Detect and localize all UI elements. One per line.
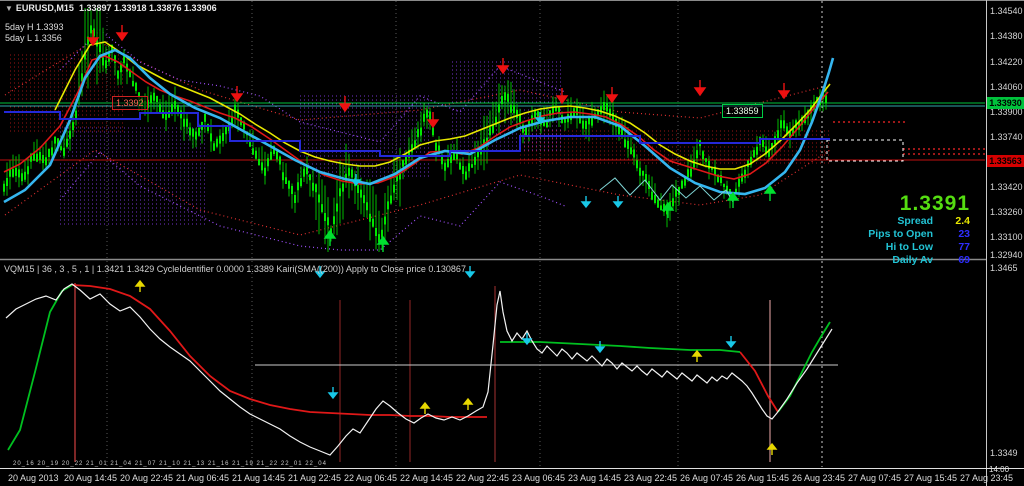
info-value: 2.4 — [955, 215, 970, 227]
down-signal-arrow-icon — [338, 96, 352, 113]
price-tick-label: 1.34220 — [990, 57, 1023, 67]
down-signal-arrow-icon — [496, 58, 510, 75]
symbol-timeframe-label: EURUSD,M15 — [15, 3, 74, 13]
up-signal-arrow-icon — [134, 279, 146, 292]
down-signal-arrow-icon — [327, 387, 339, 400]
bid-price-box: 1.33930 — [987, 97, 1024, 109]
price-tick-label: 1.34540 — [990, 6, 1023, 16]
up-signal-arrow-icon — [766, 442, 778, 455]
down-signal-arrow-icon — [605, 87, 619, 104]
price-tick-label: 1.34380 — [990, 31, 1023, 41]
chevron-down-icon[interactable]: ▼ — [5, 4, 13, 13]
price-tick-label: 1.34060 — [990, 82, 1023, 92]
info-label: Hi to Low — [885, 241, 933, 253]
down-signal-arrow-icon — [777, 83, 791, 100]
up-signal-arrow-icon — [419, 401, 431, 414]
down-signal-arrow-icon — [693, 80, 707, 97]
up-signal-arrow-icon — [691, 349, 703, 362]
ohlc-readout: 1.33897 1.33918 1.33876 1.33906 — [78, 3, 217, 13]
market-info-row: Spread 2.4 — [868, 215, 970, 228]
level-price-box: 1.33563 — [987, 155, 1024, 167]
price-tick-label: 1.33260 — [990, 207, 1023, 217]
market-info-row: Pips to Open 23 — [868, 228, 970, 241]
down-signal-arrow-icon — [555, 88, 569, 105]
sub-scale-top: 1.3465 — [990, 263, 1018, 273]
cycleidentifier-red-line — [71, 284, 487, 418]
down-signal-arrow-icon — [580, 196, 592, 209]
info-value: 77 — [958, 241, 970, 253]
chart-title-row: ▼ EURUSD,M15 1.33897 1.33918 1.33876 1.33… — [5, 3, 217, 14]
down-signal-arrow-icon — [230, 86, 244, 103]
down-signal-arrow-icon — [725, 336, 737, 349]
down-signal-arrow-icon — [464, 266, 476, 279]
candle-wicks — [3, 8, 827, 252]
vq-white-line — [5, 283, 833, 456]
market-info-row: Hi to Low 77 — [868, 241, 970, 254]
down-signal-arrow-icon — [594, 341, 606, 354]
down-signal-arrow-icon — [115, 25, 129, 42]
sub-scale-bottom: 1.3349 — [990, 448, 1018, 458]
dotted-channel-line — [59, 151, 566, 251]
info-label: Spread — [897, 215, 933, 227]
down-signal-arrow-icon — [612, 196, 624, 209]
price-tick-label: 1.32940 — [990, 250, 1023, 260]
price-tick-label: 1.33100 — [990, 232, 1023, 242]
indicator-header: VQM15 | 36 , 3 , 5 , 1 | 1.3421 1.3429 C… — [4, 264, 466, 274]
info-value: 69 — [958, 254, 970, 266]
price-tick-label: 1.33420 — [990, 182, 1023, 192]
five-day-high-label: 5day H 1.3393 — [5, 22, 64, 32]
market-info-panel: 1.3391 Spread 2.4 Pips to Open 23 Hi to Low 7… — [868, 193, 970, 267]
ichimoku-cloud-dots — [60, 127, 205, 225]
breakout-box — [826, 139, 904, 162]
current-price: 1.3391 — [899, 192, 970, 215]
price-tag-label: 1.33859 — [722, 104, 763, 118]
corner-time-label: 14:00 — [989, 465, 1010, 474]
up-signal-arrow-icon — [462, 397, 474, 410]
cycleidentifier-green-line — [7, 284, 73, 451]
info-label: Pips to Open — [868, 228, 933, 240]
order-level-label: 1.3392 — [112, 96, 148, 110]
cycleidentifier-red-line — [739, 351, 779, 413]
session-strip: 20_16 20_19 20_22 21_01 21_04 21_07 21_1… — [13, 461, 327, 467]
mt4-chart-window: ▼ EURUSD,M15 1.33897 1.33918 1.33876 1.33… — [0, 0, 1024, 486]
market-info-rows: Spread 2.4 Pips to Open 23 Hi to Low 77 Daily … — [868, 215, 970, 267]
five-day-low-label: 5day L 1.3356 — [5, 33, 62, 43]
info-label: Daily Av — [892, 254, 933, 266]
price-tick-label: 1.33740 — [990, 132, 1023, 142]
info-value: 23 — [958, 228, 970, 240]
market-info-row: Daily Av 69 — [868, 254, 970, 267]
